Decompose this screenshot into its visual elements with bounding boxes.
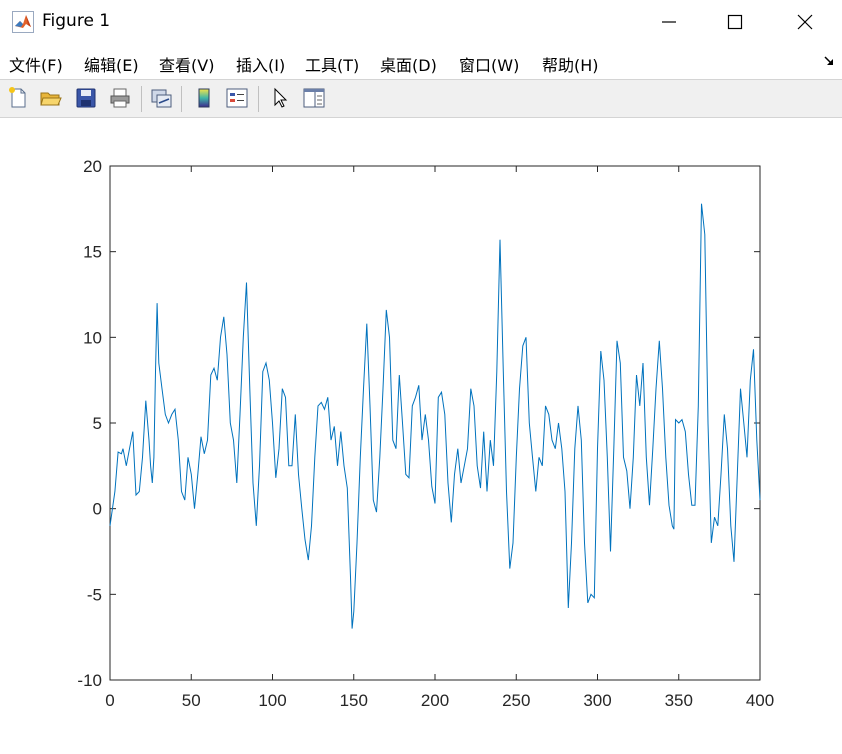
print-button[interactable] xyxy=(106,84,134,112)
title-bar: Figure 1 xyxy=(0,0,842,44)
menu-desktop[interactable]: 桌面(D) xyxy=(380,52,437,76)
menu-help[interactable]: 帮助(H) xyxy=(542,52,599,76)
cursor-arrow-icon xyxy=(274,87,288,108)
property-inspector-button[interactable] xyxy=(300,84,328,112)
x-tick-label: 100 xyxy=(258,691,286,710)
x-tick-label: 250 xyxy=(502,691,530,710)
matlab-logo-icon xyxy=(12,11,34,33)
figure-canvas: 0 50 100 150 200 250 300 350 400 20 15 10 5 0 -5 -10 xyxy=(0,118,842,750)
series-line xyxy=(109,203,761,629)
menu-view[interactable]: 查看(V) xyxy=(159,52,214,76)
axes-box xyxy=(109,165,761,681)
property-inspector-icon xyxy=(303,88,325,108)
x-tick-label: 300 xyxy=(583,691,611,710)
menu-insert[interactable]: 插入(I) xyxy=(236,52,285,76)
y-tick-label: 10 xyxy=(83,328,102,347)
menu-bar: 文件(F) 编辑(E) 查看(V) 插入(I) 工具(T) 桌面(D) 窗口(W… xyxy=(0,46,842,78)
minimize-icon xyxy=(662,21,676,23)
x-tick-label: 50 xyxy=(182,691,201,710)
y-tick-label: 20 xyxy=(83,157,102,176)
menu-edit[interactable]: 编辑(E) xyxy=(84,52,139,76)
toolbar-separator xyxy=(258,86,259,112)
new-figure-button[interactable] xyxy=(4,84,32,112)
x-tick-label: 0 xyxy=(105,691,114,710)
toolbar-separator xyxy=(141,86,142,112)
folder-open-icon xyxy=(40,92,62,106)
y-tick-label: -10 xyxy=(77,671,102,690)
dock-arrow-icon[interactable] xyxy=(822,54,836,68)
window-title: Figure 1 xyxy=(42,11,111,31)
y-tick-label: -5 xyxy=(87,585,102,604)
toolbar xyxy=(0,79,842,118)
minimize-button[interactable] xyxy=(646,0,692,44)
x-tick-label: 150 xyxy=(340,691,368,710)
y-tick-label: 0 xyxy=(93,500,102,519)
maximize-button[interactable] xyxy=(712,0,758,44)
open-button[interactable] xyxy=(37,84,65,112)
edit-plot-button[interactable] xyxy=(267,84,295,112)
x-tick-label: 200 xyxy=(421,691,449,710)
close-button[interactable] xyxy=(782,0,828,44)
insert-legend-button[interactable] xyxy=(223,84,251,112)
x-tick-label: 350 xyxy=(665,691,693,710)
maximize-icon xyxy=(727,14,743,30)
legend-icon xyxy=(226,88,248,108)
printer-icon xyxy=(110,88,130,108)
menu-tools[interactable]: 工具(T) xyxy=(305,52,359,76)
new-file-icon xyxy=(9,87,26,108)
link-plot-icon xyxy=(151,89,172,108)
close-icon xyxy=(797,14,813,30)
y-tick-label: 15 xyxy=(83,243,102,262)
insert-colorbar-button[interactable] xyxy=(190,84,218,112)
toolbar-separator xyxy=(181,86,182,112)
line-chart: 0 50 100 150 200 250 300 350 40020151050-5-10 xyxy=(77,157,774,710)
save-icon xyxy=(76,88,96,108)
y-tick-label: 5 xyxy=(93,414,102,433)
x-tick-label: 400 xyxy=(746,691,774,710)
save-button[interactable] xyxy=(72,84,100,112)
menu-window[interactable]: 窗口(W) xyxy=(459,52,519,76)
menu-file[interactable]: 文件(F) xyxy=(9,52,63,76)
colorbar-icon xyxy=(198,88,210,108)
link-plot-button[interactable] xyxy=(147,84,175,112)
